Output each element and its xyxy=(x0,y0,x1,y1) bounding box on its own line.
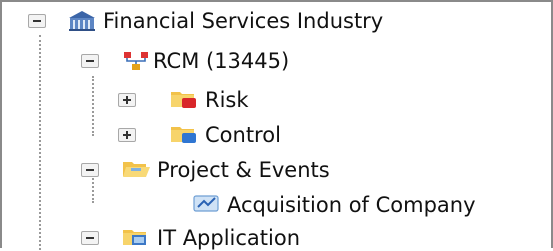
folder-open-icon xyxy=(123,162,150,177)
hierarchy-icon xyxy=(124,52,148,70)
folder-risk-icon xyxy=(171,92,196,108)
folder-app-icon xyxy=(123,230,146,245)
tree-node-label: Acquisition of Company xyxy=(227,193,476,217)
tree-guide-line xyxy=(92,76,94,136)
tree-panel: Financial Services Industry RCM (13445) … xyxy=(0,0,553,250)
tree-node-label: Control xyxy=(205,123,281,147)
tree-node-label: Financial Services Industry xyxy=(103,9,384,33)
event-icon xyxy=(193,195,219,212)
collapse-toggle[interactable] xyxy=(28,14,46,28)
tree-guide-line xyxy=(39,35,41,250)
collapse-toggle[interactable] xyxy=(81,54,99,68)
tree-node-label: IT Application xyxy=(157,226,301,250)
collapse-toggle[interactable] xyxy=(81,163,99,177)
tree-guide-line xyxy=(92,175,94,203)
collapse-toggle[interactable] xyxy=(81,231,99,245)
tree-node-label: Risk xyxy=(205,88,249,112)
expand-toggle[interactable] xyxy=(118,128,136,142)
tree-node-label: Project & Events xyxy=(157,158,330,182)
building-icon xyxy=(69,11,95,31)
tree-node-label: RCM (13445) xyxy=(153,49,290,73)
expand-toggle[interactable] xyxy=(118,93,136,107)
folder-control-icon xyxy=(171,127,196,143)
